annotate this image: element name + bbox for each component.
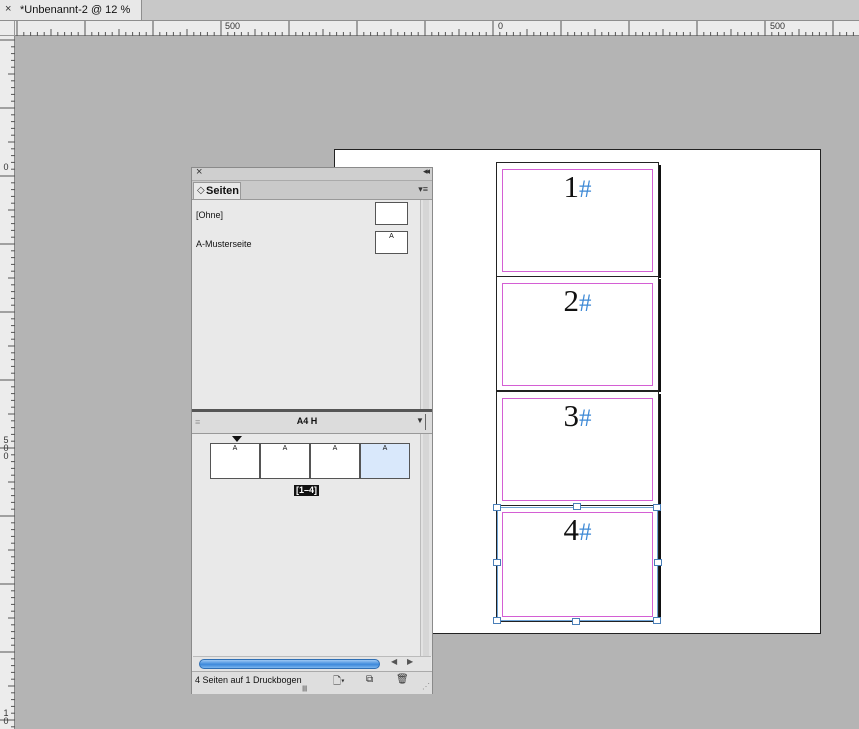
document-tab-bar: × *Unbenannt-2 @ 12 % [0,0,859,21]
resize-corner-icon[interactable]: ⋰ [422,682,430,691]
resize-handle[interactable] [493,617,501,624]
spread-label: [1–4] [294,485,320,496]
ruler-label: 500 [225,21,241,31]
vertical-ruler[interactable]: 0 5 0 0 1 0 [0,36,15,729]
masters-scrollbar[interactable] [420,200,432,409]
resize-handle[interactable] [572,618,580,625]
page-thumbnail-3[interactable]: A [310,443,360,479]
panel-tab-bar: ◇ Seiten ▾≡ [192,181,432,200]
document-page-1[interactable]: 1# [496,162,661,278]
trash-icon[interactable]: 🗑 [396,674,409,685]
scroll-left-icon[interactable]: ◀ [391,657,397,666]
divider [425,414,426,430]
master-pages-list: [Ohne] A-Musterseite A [193,200,419,408]
resize-handle[interactable] [493,559,501,566]
resize-handle[interactable] [653,617,661,624]
resize-handle[interactable] [654,559,662,566]
horizontal-scrollbar[interactable]: ◀ ▶ [193,656,431,671]
master-thumbnail-none[interactable] [375,202,408,225]
panel-menu-icon[interactable]: ▾≡ [418,184,428,195]
ruler-label: 5 0 0 [3,435,9,461]
spread-start-marker-icon [232,436,242,442]
ruler-label: 0 [498,21,504,31]
document-tab[interactable]: × *Unbenannt-2 @ 12 % [0,0,142,20]
tab-arrows-icon: ◇ [197,185,205,196]
pages-scrollbar[interactable] [420,434,432,656]
chevron-down-icon[interactable]: ▼ [416,416,424,425]
master-prefix: A [389,233,394,240]
horizontal-ruler[interactable]: 500 0 500 [15,21,859,36]
master-label-a[interactable]: A-Musterseite [196,239,252,249]
document-page-2[interactable]: 2# [496,276,661,392]
document-page-3[interactable]: 3# [496,391,661,507]
close-tab-icon[interactable]: × [5,3,11,15]
resize-handle[interactable] [493,504,501,511]
page-shadow [659,279,661,392]
selection-frame[interactable] [497,507,658,621]
document-pages-list: A A A A [1–4] [193,434,419,656]
tab-seiten[interactable]: ◇ Seiten [193,182,241,199]
master-prefix: A [232,445,238,452]
page-size-bar: ≡ A4 H ▼ [192,412,432,434]
tab-label: Seiten [206,185,240,197]
resize-grip-icon[interactable]: |||||||| [302,686,308,692]
ruler-label: 0 [3,162,9,172]
page-shadow [659,394,661,507]
resize-handle[interactable] [573,503,581,510]
ruler-label: 1 0 [3,708,9,726]
pages-panel: × ◂◂ ◇ Seiten ▾≡ [Ohne] A-Musterseite A … [191,166,433,694]
master-prefix: A [332,445,338,452]
page-thumbnail-4[interactable]: A [360,443,410,479]
close-panel-icon[interactable]: × [196,166,202,178]
document-title: *Unbenannt-2 @ 12 % [20,4,131,16]
new-page-icon[interactable]: ⧉ [366,674,373,685]
ruler-origin[interactable] [0,21,15,36]
page-number-marker[interactable]: 1# [497,169,658,205]
vertical-ruler-ticks [0,39,15,728]
page-number-marker[interactable]: 2# [497,283,658,319]
horizontal-ruler-ticks [16,21,854,36]
page-thumbnail-2[interactable]: A [260,443,310,479]
master-label-none[interactable]: [Ohne] [196,210,223,220]
page-thumbnail-1[interactable]: A [210,443,260,479]
collapse-panel-icon[interactable]: ◂◂ [423,166,430,177]
master-prefix: A [382,445,388,452]
page-size-label[interactable]: A4 H [192,416,422,426]
scroll-right-icon[interactable]: ▶ [407,657,413,666]
panel-title-bar[interactable]: × ◂◂ [192,166,432,181]
panel-footer: 4 Seiten auf 1 Druckbogen 🗋▾ ⧉ 🗑 |||||||… [192,671,432,694]
page-number-marker[interactable]: 3# [497,398,658,434]
resize-handle[interactable] [653,504,661,511]
ruler-label: 500 [770,21,786,31]
master-thumbnail-a[interactable]: A [375,231,408,254]
pages-status-text: 4 Seiten auf 1 Druckbogen [195,675,302,685]
scrollbar-thumb[interactable] [199,659,380,669]
page-size-icon[interactable]: 🗋▾ [333,674,345,691]
master-prefix: A [282,445,288,452]
page-shadow [659,165,661,278]
